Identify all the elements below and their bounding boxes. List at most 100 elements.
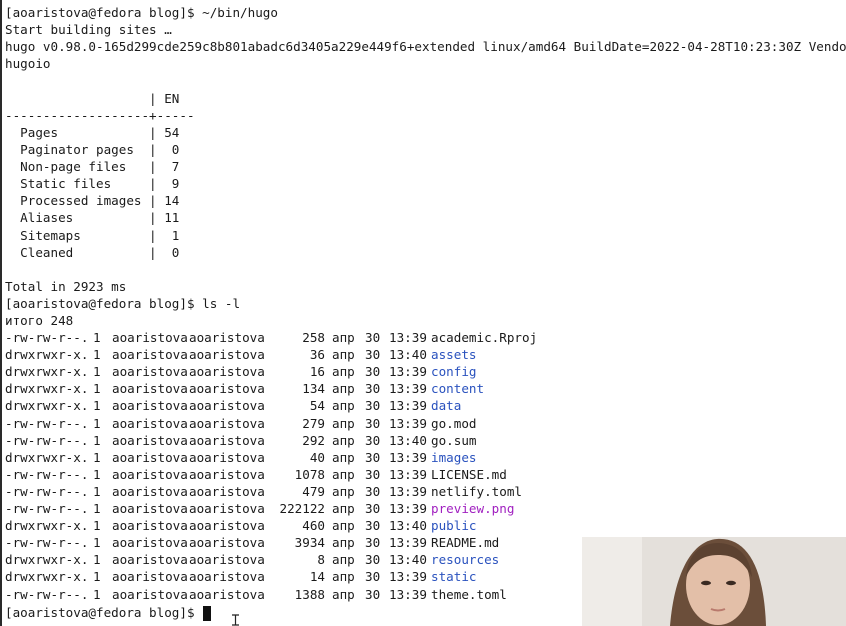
stats-table-header: | EN [5, 91, 180, 106]
terminal-line-command-hugo: [aoaristova@fedora blog]$ ~/bin/hugo [5, 5, 278, 20]
file-name: README.md [431, 535, 500, 551]
permissions: drwxrwxr-x. [5, 552, 89, 568]
link-count: 1 [93, 364, 101, 380]
terminal-line: Start building sites … [5, 22, 172, 37]
file-size: 460 [302, 518, 325, 534]
day: 30 [365, 330, 381, 345]
permissions: -rw-rw-r--. [5, 535, 89, 551]
time: 13:39 [389, 449, 427, 465]
group: aoaristova [189, 466, 265, 482]
terminal-line: hugoio [5, 56, 51, 71]
group: aoaristova [189, 398, 265, 414]
owner: aoaristova [112, 518, 188, 534]
day: 30 [365, 415, 381, 431]
shell-prompt[interactable]: [aoaristova@fedora blog]$ [5, 604, 202, 621]
stats-table-row: Paginator pages | 0 [5, 142, 180, 157]
day: 30 [365, 347, 381, 363]
permissions: drwxrwxr-x. [5, 364, 89, 380]
link-count: 1 [93, 501, 101, 516]
month: апр [332, 518, 355, 534]
file-name: assets [431, 347, 477, 363]
group: aoaristova [189, 449, 265, 465]
link-count: 1 [93, 381, 101, 397]
month: апр [332, 586, 355, 602]
file-size: 8 [317, 552, 325, 568]
permissions: -rw-rw-r--. [5, 501, 89, 516]
day: 30 [365, 552, 381, 568]
group: aoaristova [189, 569, 265, 585]
time: 13:39 [389, 398, 427, 414]
owner: aoaristova [112, 483, 188, 499]
link-count: 1 [93, 518, 101, 534]
file-size: 36 [309, 347, 325, 363]
webcam-person-image [582, 537, 846, 626]
terminal-window[interactable]: [aoaristova@fedora blog]$ ~/bin/hugo Sta… [0, 0, 846, 626]
file-name: preview.png [431, 501, 515, 516]
file-size: 134 [302, 381, 325, 397]
file-size: 3934 [294, 535, 325, 551]
permissions: drwxrwxr-x. [5, 381, 89, 397]
terminal-line-version: hugo v0.98.0-165d299cde259c8b801abadc6d3… [5, 39, 846, 54]
day: 30 [365, 364, 381, 380]
file-name: data [431, 398, 462, 414]
month: апр [332, 552, 355, 568]
permissions: drwxrwxr-x. [5, 518, 89, 534]
group: aoaristova [189, 347, 265, 363]
day: 30 [365, 466, 381, 482]
file-size: 1388 [294, 586, 325, 602]
month: апр [332, 483, 355, 499]
permissions: -rw-rw-r--. [5, 432, 89, 448]
owner: aoaristova [112, 449, 188, 465]
file-size: 292 [302, 432, 325, 448]
file-size: 1078 [294, 466, 325, 482]
time: 13:39 [389, 501, 427, 516]
stats-table-row: Aliases | 11 [5, 210, 180, 225]
owner: aoaristova [112, 535, 188, 551]
file-name: public [431, 518, 477, 534]
stats-table-row: Sitemaps | 1 [5, 228, 180, 243]
owner: aoaristova [112, 330, 188, 345]
group: aoaristova [189, 330, 265, 345]
file-size: 258 [302, 330, 325, 345]
webcam-overlay [582, 537, 846, 626]
file-name: LICENSE.md [431, 466, 507, 482]
link-count: 1 [93, 330, 101, 345]
link-count: 1 [93, 432, 101, 448]
file-size: 14 [309, 569, 325, 585]
listing-total: итого 248 [5, 313, 74, 328]
text-cursor [203, 606, 211, 621]
permissions: drwxrwxr-x. [5, 347, 89, 363]
time: 13:39 [389, 364, 427, 380]
time: 13:40 [389, 347, 427, 363]
owner: aoaristova [112, 466, 188, 482]
stats-table-row: Static files | 9 [5, 176, 180, 191]
file-size: 279 [302, 415, 325, 431]
time: 13:40 [389, 432, 427, 448]
owner: aoaristova [112, 381, 188, 397]
build-total-time: Total in 2923 ms [5, 279, 127, 294]
time: 13:39 [389, 466, 427, 482]
stats-table-row: Cleaned | 0 [5, 245, 180, 260]
day: 30 [365, 569, 381, 585]
link-count: 1 [93, 569, 101, 585]
month: апр [332, 466, 355, 482]
file-name: go.sum [431, 432, 477, 448]
permissions: -rw-rw-r--. [5, 330, 89, 345]
link-count: 1 [93, 347, 101, 363]
day: 30 [365, 398, 381, 414]
day: 30 [365, 586, 381, 602]
stats-table-row: Non-page files | 7 [5, 159, 180, 174]
link-count: 1 [93, 398, 101, 414]
file-size: 16 [309, 364, 325, 380]
file-name: images [431, 449, 477, 465]
link-count: 1 [93, 552, 101, 568]
month: апр [332, 569, 355, 585]
link-count: 1 [93, 449, 101, 465]
month: апр [332, 432, 355, 448]
month: апр [332, 415, 355, 431]
owner: aoaristova [112, 432, 188, 448]
link-count: 1 [93, 535, 101, 551]
file-size: 222122 [279, 501, 326, 516]
file-name: content [431, 381, 485, 397]
file-name: go.mod [431, 415, 477, 431]
